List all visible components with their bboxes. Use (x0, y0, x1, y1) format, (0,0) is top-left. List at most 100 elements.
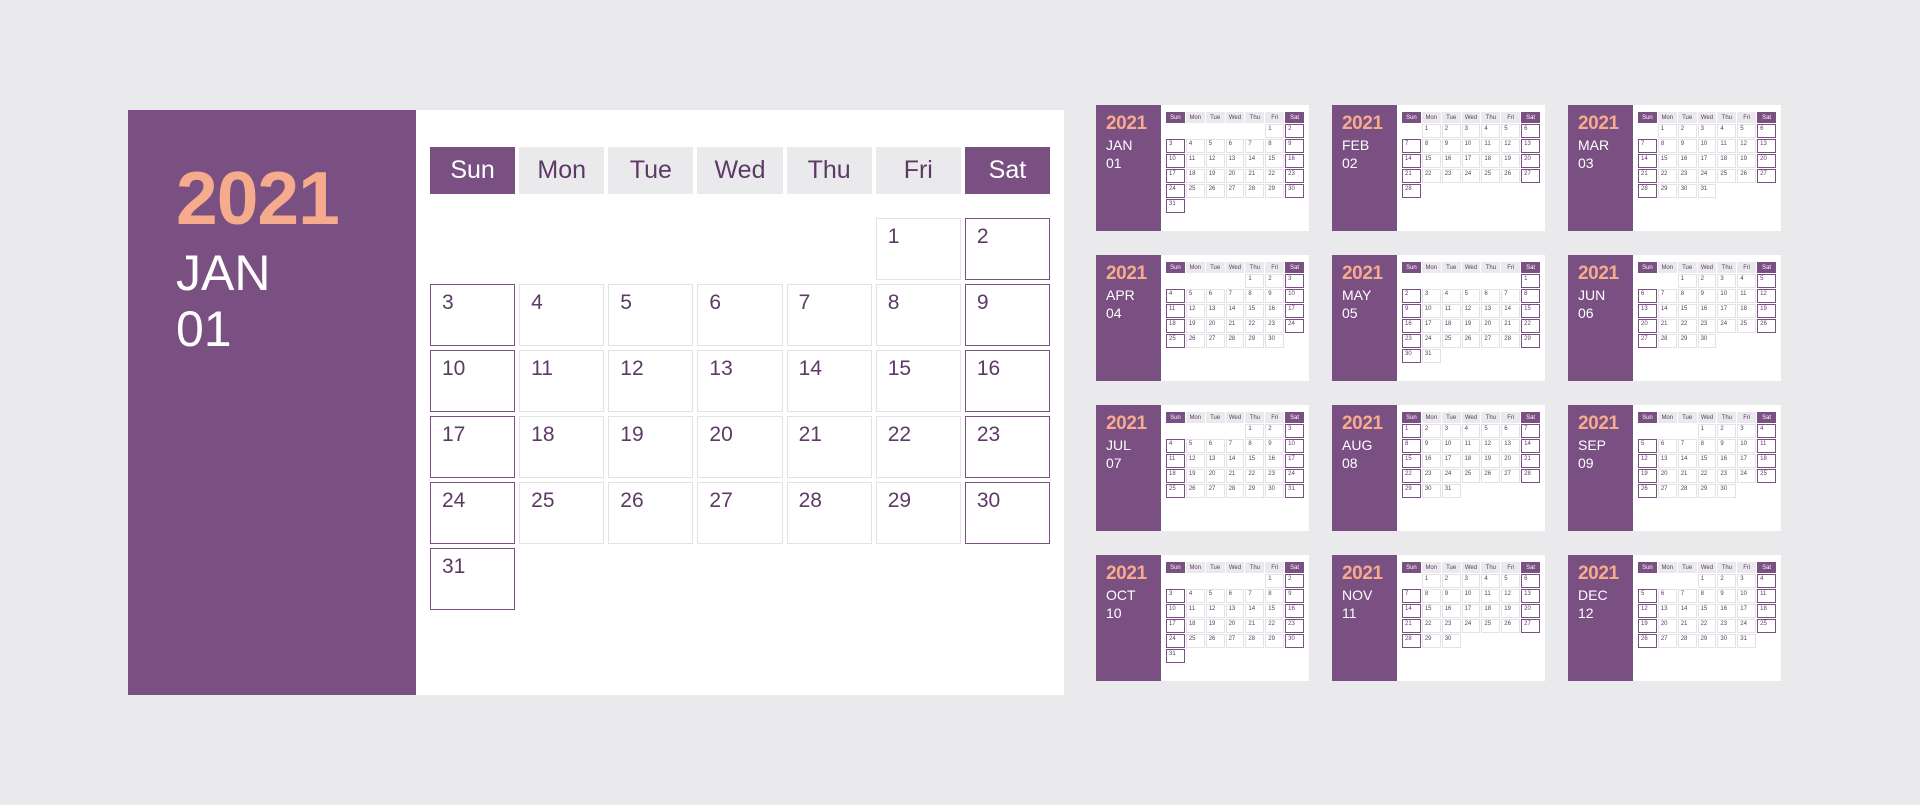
featured-day-cell[interactable]: 3 (430, 284, 516, 346)
mini-day-cell[interactable]: 23 (1265, 469, 1285, 483)
mini-day-cell[interactable]: 1 (1657, 124, 1677, 138)
mini-day-cell[interactable]: 20 (1521, 604, 1540, 618)
mini-day-cell[interactable]: 16 (1285, 154, 1304, 168)
mini-day-cell[interactable]: 28 (1501, 334, 1521, 348)
mini-day-cell[interactable]: 27 (1657, 484, 1677, 498)
mini-day-cell[interactable]: 26 (1185, 334, 1205, 348)
mini-day-cell[interactable]: 20 (1521, 154, 1540, 168)
featured-day-cell[interactable]: 17 (430, 416, 516, 478)
mini-day-cell[interactable]: 29 (1265, 184, 1285, 198)
mini-day-cell[interactable]: 31 (1441, 484, 1461, 498)
mini-day-cell[interactable]: 11 (1481, 139, 1501, 153)
mini-day-cell[interactable]: 18 (1461, 454, 1481, 468)
mini-day-cell[interactable]: 10 (1461, 139, 1481, 153)
mini-day-cell[interactable]: 19 (1737, 154, 1757, 168)
mini-day-cell[interactable]: 14 (1657, 304, 1677, 318)
mini-day-cell[interactable]: 17 (1717, 304, 1737, 318)
mini-day-cell[interactable]: 7 (1501, 289, 1521, 303)
mini-day-cell[interactable]: 11 (1441, 304, 1461, 318)
mini-day-cell[interactable]: 8 (1265, 139, 1285, 153)
mini-day-cell[interactable]: 13 (1657, 604, 1677, 618)
mini-day-cell[interactable]: 27 (1205, 484, 1225, 498)
mini-day-cell[interactable]: 3 (1285, 274, 1304, 288)
mini-day-cell[interactable]: 9 (1697, 289, 1717, 303)
mini-day-cell[interactable]: 29 (1245, 484, 1265, 498)
mini-day-cell[interactable]: 13 (1638, 304, 1657, 318)
featured-day-cell[interactable]: 11 (519, 350, 605, 412)
mini-day-cell[interactable]: 11 (1166, 454, 1185, 468)
mini-day-cell[interactable]: 18 (1481, 154, 1501, 168)
mini-calendar-aug[interactable]: 2021 AUG 08 Sun Mon Tue Wed Thu Fri Sat 1 2 3 4 5 6 7 8 9 1… (1332, 405, 1545, 531)
featured-day-cell[interactable]: 20 (697, 416, 783, 478)
mini-day-cell[interactable]: 6 (1205, 289, 1225, 303)
featured-day-cell[interactable]: 30 (964, 482, 1050, 544)
mini-day-cell[interactable]: 22 (1245, 469, 1265, 483)
mini-day-cell[interactable]: 23 (1421, 469, 1441, 483)
mini-day-cell[interactable]: 10 (1166, 604, 1185, 618)
mini-day-cell[interactable]: 9 (1265, 439, 1285, 453)
mini-day-cell[interactable]: 12 (1501, 589, 1521, 603)
mini-day-cell[interactable]: 15 (1245, 454, 1265, 468)
mini-day-cell[interactable]: 18 (1185, 619, 1205, 633)
mini-calendar-may[interactable]: 2021 MAY 05 Sun Mon Tue Wed Thu Fri Sat 1 2 3 4 5 6 7 8 9 1… (1332, 255, 1545, 381)
mini-day-cell[interactable]: 11 (1717, 139, 1737, 153)
mini-day-cell[interactable]: 28 (1225, 484, 1245, 498)
mini-day-cell[interactable]: 30 (1265, 334, 1285, 348)
mini-day-cell[interactable]: 2 (1285, 124, 1304, 138)
mini-day-cell[interactable]: 8 (1657, 139, 1677, 153)
mini-day-cell[interactable]: 19 (1501, 154, 1521, 168)
mini-day-cell[interactable]: 9 (1421, 439, 1441, 453)
mini-day-cell[interactable]: 21 (1501, 319, 1521, 333)
mini-day-cell[interactable]: 10 (1441, 439, 1461, 453)
mini-day-cell[interactable]: 24 (1285, 469, 1304, 483)
mini-day-cell[interactable]: 9 (1441, 589, 1461, 603)
mini-day-cell[interactable]: 10 (1697, 139, 1717, 153)
mini-day-cell[interactable]: 6 (1521, 574, 1540, 588)
mini-day-cell[interactable]: 22 (1677, 319, 1697, 333)
mini-day-cell[interactable]: 31 (1285, 484, 1304, 498)
mini-day-cell[interactable]: 27 (1757, 169, 1776, 183)
mini-day-cell[interactable]: 29 (1421, 634, 1441, 648)
mini-day-cell[interactable]: 15 (1677, 304, 1697, 318)
mini-day-cell[interactable]: 26 (1205, 634, 1225, 648)
mini-day-cell[interactable]: 6 (1638, 289, 1657, 303)
mini-day-cell[interactable]: 14 (1402, 604, 1421, 618)
mini-day-cell[interactable]: 30 (1677, 184, 1697, 198)
mini-day-cell[interactable]: 28 (1657, 334, 1677, 348)
mini-day-cell[interactable]: 21 (1521, 454, 1540, 468)
mini-day-cell[interactable]: 20 (1205, 469, 1225, 483)
featured-day-cell[interactable]: 21 (786, 416, 872, 478)
featured-day-cell[interactable]: 2 (964, 218, 1050, 280)
mini-day-cell[interactable]: 19 (1205, 619, 1225, 633)
mini-day-cell[interactable]: 21 (1245, 169, 1265, 183)
mini-day-cell[interactable]: 28 (1225, 334, 1245, 348)
mini-day-cell[interactable]: 13 (1225, 604, 1245, 618)
featured-day-cell[interactable]: 23 (964, 416, 1050, 478)
featured-day-cell[interactable]: 12 (608, 350, 694, 412)
mini-day-cell[interactable]: 7 (1245, 139, 1265, 153)
mini-day-cell[interactable]: 17 (1285, 304, 1304, 318)
mini-day-cell[interactable]: 1 (1421, 574, 1441, 588)
mini-day-cell[interactable]: 2 (1402, 289, 1421, 303)
mini-day-cell[interactable]: 20 (1757, 154, 1776, 168)
mini-day-cell[interactable]: 19 (1185, 469, 1205, 483)
mini-day-cell[interactable]: 1 (1245, 424, 1265, 438)
mini-day-cell[interactable]: 12 (1205, 154, 1225, 168)
mini-day-cell[interactable]: 4 (1717, 124, 1737, 138)
featured-day-cell[interactable]: 6 (697, 284, 783, 346)
mini-day-cell[interactable]: 4 (1185, 139, 1205, 153)
mini-day-cell[interactable]: 26 (1757, 319, 1776, 333)
mini-day-cell[interactable]: 14 (1677, 454, 1697, 468)
mini-day-cell[interactable]: 12 (1501, 139, 1521, 153)
mini-day-cell[interactable]: 9 (1677, 139, 1697, 153)
featured-day-cell[interactable]: 8 (875, 284, 961, 346)
mini-day-cell[interactable]: 15 (1421, 154, 1441, 168)
mini-day-cell[interactable]: 25 (1185, 184, 1205, 198)
mini-day-cell[interactable]: 6 (1225, 139, 1245, 153)
mini-day-cell[interactable]: 10 (1737, 589, 1757, 603)
mini-day-cell[interactable]: 24 (1717, 319, 1737, 333)
mini-day-cell[interactable]: 27 (1481, 334, 1501, 348)
mini-day-cell[interactable]: 7 (1402, 589, 1421, 603)
mini-day-cell[interactable]: 23 (1285, 619, 1304, 633)
mini-day-cell[interactable]: 24 (1441, 469, 1461, 483)
